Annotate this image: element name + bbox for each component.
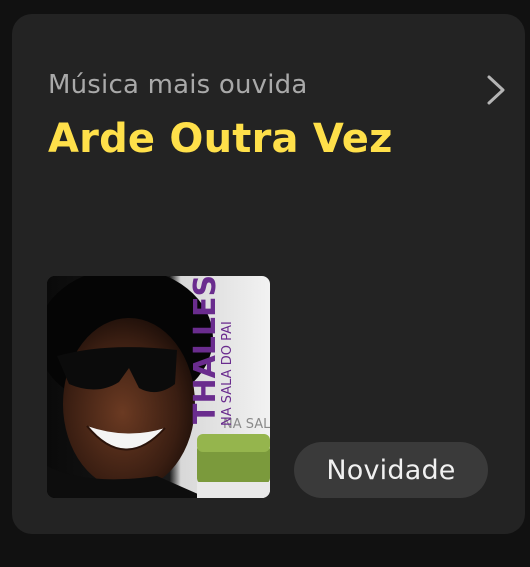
cover-artist-name: THALLES [188, 276, 223, 424]
top-song-card[interactable]: Música mais ouvida Arde Outra Vez NA SAL… [12, 14, 525, 534]
cover-album-name: NA SALA DO PAI [220, 321, 235, 426]
album-cover[interactable]: NA SALA D THALLES NA SALA DO PAI [47, 276, 270, 498]
card-header: Música mais ouvida [48, 70, 508, 110]
chevron-right-icon[interactable] [484, 74, 508, 106]
song-title: Arde Outra Vez [48, 116, 393, 162]
card-subtitle: Música mais ouvida [48, 70, 308, 100]
new-badge: Novidade [294, 442, 488, 498]
